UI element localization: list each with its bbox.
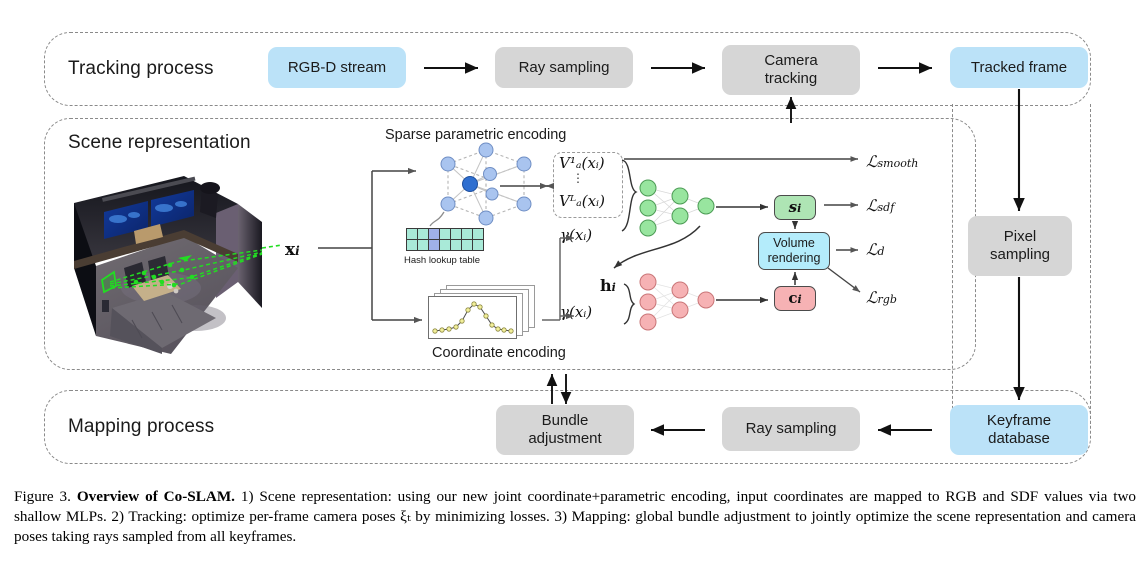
label-sparse-parametric-encoding: Sparse parametric encoding [385,127,567,143]
box-bundle-adjustment[interactable]: Bundle adjustment [496,405,634,455]
box-keyframe-database[interactable]: Keyframe database [950,405,1088,455]
vertical-dots: ⋮ [572,171,584,185]
panel-title-tracking: Tracking process [68,58,214,79]
caption-title: Overview of Co-SLAM. [76,488,235,505]
hash-lookup-table [406,228,484,251]
box-label: Pixel sampling [989,228,1051,263]
figure-overview-co-slam: Tracking process Scene representation Ma… [0,0,1148,561]
loss-smooth: ℒsmooth [866,152,919,171]
panel-title-mapping: Mapping process [68,416,215,437]
box-label: Camera tracking [764,52,818,87]
label-v-alpha-L: Vᴸₐ(xᵢ) [559,192,605,210]
box-ray-sampling-mapping[interactable]: Ray sampling [722,407,860,451]
label-x-i: xi [285,240,300,260]
label-gamma-bottom: γ(xᵢ) [560,303,593,321]
box-label: Tracked frame [970,58,1068,76]
figure-caption: Figure 3. Overview of Co-SLAM. 1) Scene … [14,487,1136,546]
box-ray-sampling-tracking[interactable]: Ray sampling [495,47,633,88]
coordinate-encoding-cards [428,285,535,339]
scene-reconstruction-image [66,158,266,358]
label-coordinate-encoding: Coordinate encoding [432,345,566,361]
label-h-i: hi [600,276,616,295]
box-label: Volume rendering [767,236,821,265]
box-rgbd-stream[interactable]: RGB-D stream [268,47,406,88]
label-gamma-top: γ(xᵢ) [560,226,593,244]
box-label: Bundle adjustment [528,412,602,447]
label-c-i: ci [788,288,802,307]
panel-title-scene: Scene representation [68,132,251,153]
box-sdf-output: si [774,195,816,220]
box-label: Ray sampling [745,420,837,438]
box-color-output: ci [774,286,816,311]
loss-sdf: ℒsdf [866,196,895,215]
loss-d: ℒd [866,240,885,259]
box-label: RGB-D stream [287,58,387,76]
mlp-color-red [639,273,715,331]
box-label: Keyframe database [986,412,1052,447]
box-camera-tracking[interactable]: Camera tracking [722,45,860,95]
box-volume-rendering: Volume rendering [758,232,830,270]
sparse-lattice-diagram [429,142,532,227]
box-label: Ray sampling [518,58,610,76]
room-render-svg [74,176,263,354]
loss-rgb: ℒrgb [866,288,897,307]
label-v-alpha-1: V¹ₐ(xᵢ) [559,154,605,172]
box-tracked-frame[interactable]: Tracked frame [950,47,1088,88]
mlp-sdf-green [639,179,715,237]
label-hash-lookup-table: Hash lookup table [404,255,481,266]
caption-figure-number: Figure 3. [14,488,71,505]
box-pixel-sampling[interactable]: Pixel sampling [968,216,1072,276]
label-s-i: si [788,197,802,216]
